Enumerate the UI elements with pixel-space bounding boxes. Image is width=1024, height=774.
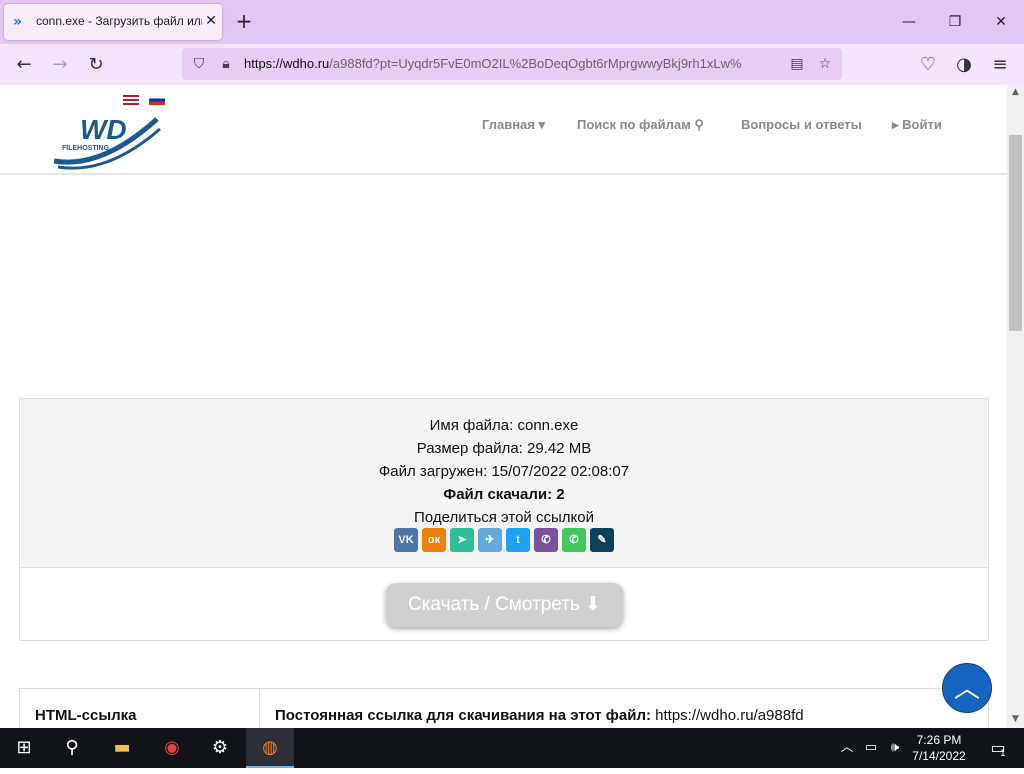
forward-button[interactable]: → — [47, 52, 73, 78]
close-window-button[interactable]: ✕ — [986, 8, 1016, 36]
notifications-icon[interactable]: ▭ 1 — [978, 728, 1018, 768]
network-icon[interactable]: ▭ — [860, 728, 882, 768]
account-icon[interactable]: ◑ — [951, 52, 977, 78]
navigation-toolbar: ← → ↻ ⛉ 🔒︎ https://wdho.ru/a988fd?pt=Uyq… — [0, 44, 1024, 85]
logo-sub-text: FILEHOSTING — [62, 145, 110, 152]
caret-down-icon: ▾ — [538, 117, 546, 132]
menu-search-label: Поиск по файлам — [577, 117, 691, 132]
links-table: HTML-ссылка Постоянная ссылка для скачив… — [19, 688, 989, 728]
menu-login[interactable]: ▸ Войти — [892, 117, 942, 133]
back-button[interactable]: ← — [11, 52, 37, 78]
permalink-url: https://wdho.ru/a988fd — [655, 707, 804, 724]
url-text[interactable]: https://wdho.ru/a988fd?pt=Uyqdr5FvE0mO2I… — [244, 56, 778, 74]
share-viber-icon[interactable]: ✆ — [534, 528, 558, 552]
system-clock[interactable]: 7:26 PM 7/14/2022 — [908, 732, 970, 764]
volume-icon[interactable]: 🕪︎ — [884, 728, 906, 768]
download-button-label: Скачать / Смотреть — [407, 594, 580, 615]
site-favicon-icon: » — [13, 14, 23, 30]
clock-date: 7/14/2022 — [912, 749, 966, 763]
menu-login-label: Войти — [902, 117, 942, 132]
tray-chevron-icon[interactable]: ︿ — [836, 728, 858, 768]
caret-right-icon: ▸ — [892, 117, 899, 132]
file-info-panel: Имя файла: conn.exe Размер файла: 29.42 … — [19, 398, 989, 641]
share-twitter-icon[interactable]: t — [506, 528, 530, 552]
page-scrollbar[interactable]: ▲ ▼ — [1007, 85, 1024, 728]
share-whatsapp-icon[interactable]: ✆ — [562, 528, 586, 552]
minimize-button[interactable]: — — [894, 8, 924, 36]
share-vk-icon[interactable]: VK — [394, 528, 418, 552]
windows-taskbar: ⊞ ⚲ ▬ ◉ ⚙ ◍ ︿ ▭ 🕪︎ 7:26 PM 7/14/2022 ▭ 1 — [0, 728, 1024, 768]
tab-bar: » conn.exe - Загрузить файл или ✕ + — ❐ … — [0, 0, 1024, 44]
reader-view-icon[interactable]: ▤ — [788, 55, 806, 73]
url-path: /a988fd?pt=Uyqdr5FvE0mO2IL%2BoDeqOgbt6rM… — [329, 56, 742, 71]
file-explorer-icon[interactable]: ▬ — [98, 728, 146, 768]
english-flag-icon[interactable] — [123, 95, 139, 105]
permalink-heading: Постоянная ссылка для скачивания на этот… — [275, 707, 651, 724]
html-link-label: HTML-ссылка — [35, 707, 137, 724]
windows-start-icon[interactable]: ⊞ — [0, 728, 48, 768]
scrollbar-thumb[interactable] — [1009, 135, 1022, 331]
restore-button[interactable]: ❐ — [940, 8, 970, 36]
site-header: WD FILEHOSTING Главная ▾ Поиск по файлам… — [0, 85, 1007, 175]
scroll-to-top-button[interactable]: ︿ — [942, 663, 992, 713]
menu-search[interactable]: Поиск по файлам ⚲ — [577, 117, 704, 133]
file-size: Размер файла: 29.42 MB — [416, 440, 592, 457]
file-details: Имя файла: conn.exe Размер файла: 29.42 … — [20, 399, 988, 568]
share-mail-icon[interactable]: ➤ — [450, 528, 474, 552]
download-icon: ⬇ — [585, 594, 602, 615]
menu-hamburger-icon[interactable]: ≡ — [987, 52, 1013, 78]
menu-home[interactable]: Главная ▾ — [482, 117, 545, 133]
notification-count: 1 — [1000, 749, 1006, 759]
lock-icon[interactable]: 🔒︎ — [217, 55, 235, 73]
menu-faq-label: Вопросы и ответы — [741, 117, 862, 132]
address-bar[interactable]: ⛉ 🔒︎ https://wdho.ru/a988fd?pt=Uyqdr5FvE… — [182, 48, 842, 80]
file-name: Имя файла: conn.exe — [429, 417, 579, 434]
new-tab-button[interactable]: + — [233, 10, 255, 32]
share-livejournal-icon[interactable]: ✎ — [590, 528, 614, 552]
share-ok-icon[interactable]: ок — [422, 528, 446, 552]
bookmark-star-icon[interactable]: ☆ — [816, 55, 834, 73]
settings-gear-icon[interactable]: ⚙ — [196, 728, 244, 768]
search-icon: ⚲ — [694, 117, 704, 132]
firefox-icon[interactable]: ◍ — [246, 728, 294, 768]
shield-icon[interactable]: ⛉ — [190, 55, 208, 73]
search-taskbar-icon[interactable]: ⚲ — [48, 728, 96, 768]
site-logo[interactable]: WD FILEHOSTING — [52, 109, 162, 171]
reload-button[interactable]: ↻ — [83, 52, 109, 78]
share-heading: Поделиться этой ссылкой — [414, 509, 594, 526]
web-page: WD FILEHOSTING Главная ▾ Поиск по файлам… — [0, 85, 1007, 728]
scroll-up-arrow-icon[interactable]: ▲ — [1007, 85, 1024, 99]
links-label-cell: HTML-ссылка — [20, 689, 260, 728]
russian-flag-icon[interactable] — [149, 95, 165, 105]
menu-faq[interactable]: Вопросы и ответы — [741, 117, 862, 132]
logo-wd-text: WD — [80, 114, 127, 145]
chrome-icon[interactable]: ◉ — [148, 728, 196, 768]
tab-title: conn.exe - Загрузить файл или — [36, 14, 202, 28]
close-tab-icon[interactable]: ✕ — [202, 12, 220, 30]
file-upload-date: Файл загружен: 15/07/2022 02:08:07 — [378, 463, 630, 480]
permalink-text[interactable]: Постоянная ссылка для скачивания на этот… — [275, 707, 804, 724]
scroll-down-arrow-icon[interactable]: ▼ — [1007, 712, 1024, 726]
menu-home-label: Главная — [482, 117, 535, 132]
share-telegram-icon[interactable]: ✈ — [478, 528, 502, 552]
clock-time: 7:26 PM — [916, 733, 962, 747]
browser-tab[interactable]: » conn.exe - Загрузить файл или ✕ — [4, 4, 222, 40]
pocket-icon[interactable]: ♡ — [915, 52, 941, 78]
download-button[interactable]: Скачать / Смотреть ⬇ — [386, 583, 623, 627]
url-host: https://wdho.ru — [244, 56, 330, 71]
file-download-count: Файл скачали: 2 — [443, 486, 565, 503]
